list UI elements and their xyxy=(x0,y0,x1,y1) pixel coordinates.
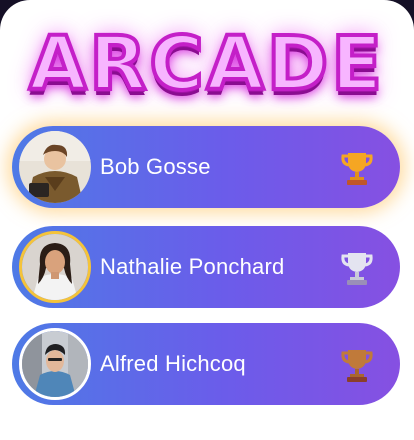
silver-trophy-icon xyxy=(341,253,373,285)
avatar xyxy=(19,328,91,400)
gold-trophy-icon xyxy=(341,153,373,185)
arcade-logo: ARCADE xyxy=(0,14,414,114)
avatar-photo-icon xyxy=(19,131,91,203)
player-name: Alfred Hichcoq xyxy=(100,351,246,376)
avatar-photo-icon xyxy=(22,234,88,300)
leaderboard-card: ARCADE Bob Gosse Nathalie Ponchard Alfre… xyxy=(0,0,414,440)
avatar xyxy=(19,231,91,303)
player-row-3[interactable]: Alfred Hichcoq xyxy=(12,323,400,405)
bronze-trophy-icon xyxy=(341,350,373,382)
player-name: Nathalie Ponchard xyxy=(100,254,285,279)
player-row-2[interactable]: Nathalie Ponchard xyxy=(12,226,400,308)
arcade-title: ARCADE xyxy=(27,21,385,107)
avatar xyxy=(19,131,91,203)
player-name: Bob Gosse xyxy=(100,154,211,179)
avatar-photo-icon xyxy=(22,331,88,397)
player-row-1[interactable]: Bob Gosse xyxy=(12,126,400,208)
